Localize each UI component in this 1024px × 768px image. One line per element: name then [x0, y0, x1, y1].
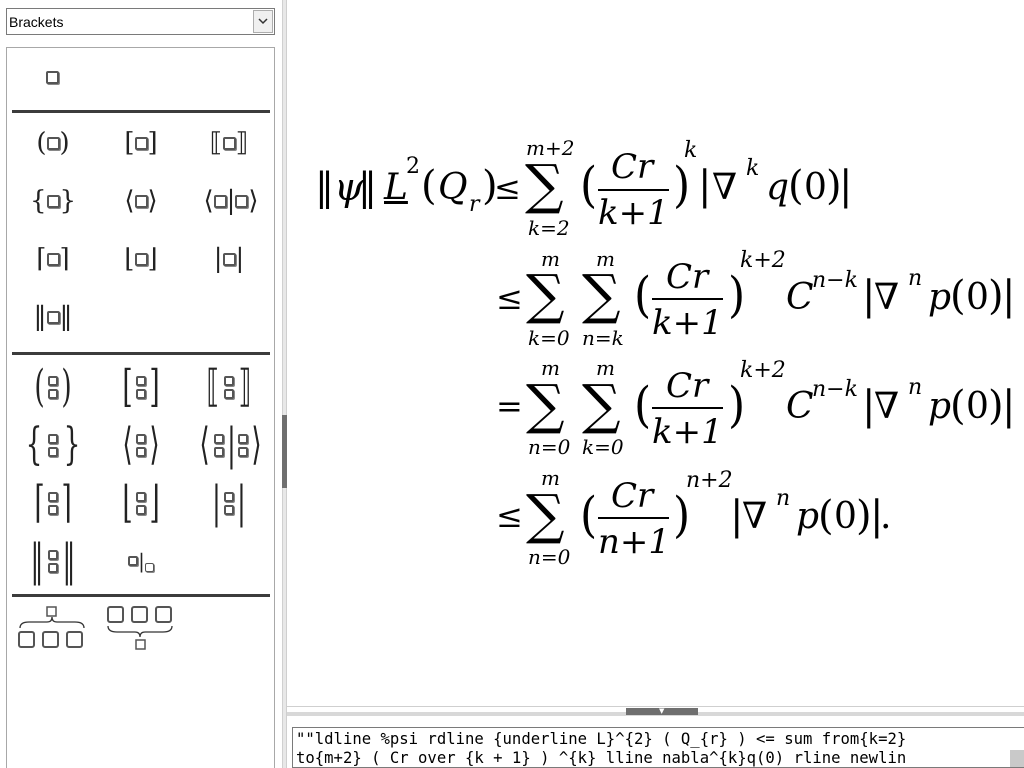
section-separator [12, 352, 270, 355]
underbrace-icon [107, 606, 173, 650]
scalable-lines-element[interactable]: | | [201, 480, 257, 526]
command-line-1: ""ldline %psi rdline {underline L}^{2} (… [296, 730, 907, 748]
scalable-double-square-brackets-element[interactable]: ⟦ ⟧ [201, 364, 257, 410]
scalable-floor-element[interactable]: ⌊ ⌋ [113, 480, 169, 526]
chevron-down-icon [258, 18, 268, 25]
collapse-arrow-icon: ▼ [659, 707, 665, 715]
vertical-splitter-handle[interactable] [282, 415, 287, 488]
command-line-2: to{m+2} ( Cr over {k + 1} ) ^{k} lline n… [296, 749, 907, 767]
command-text[interactable]: ""ldline %psi rdline {underline L}^{2} (… [296, 730, 907, 767]
section-separator [12, 110, 270, 113]
round-brackets-element[interactable]: () [25, 128, 81, 158]
evaluated-at-element[interactable]: | [113, 546, 169, 576]
fraction-bar [598, 517, 669, 519]
scalable-ceiling-element[interactable]: ⌈ ⌉ [25, 480, 81, 526]
scalable-double-lines-element[interactable]: ‖ ‖ [25, 538, 81, 584]
underbrace-element[interactable] [105, 606, 177, 652]
floor-element[interactable]: ⌊ ⌋ [113, 244, 169, 274]
overbrace-icon [18, 606, 85, 648]
ceiling-element[interactable]: ⌈ ⌉ [25, 244, 81, 274]
command-editor-scrollbar[interactable] [1010, 750, 1024, 767]
fraction-bar [598, 189, 669, 191]
category-dropdown[interactable]: Brackets [6, 8, 275, 35]
command-editor[interactable]: ""ldline %psi rdline {underline L}^{2} (… [292, 727, 1024, 768]
fraction-bar [652, 298, 723, 300]
scalable-angle-brackets-element[interactable]: ⟨ ⟩ [113, 422, 169, 468]
double-square-brackets-element[interactable]: ⟦ ⟧ [201, 128, 257, 158]
category-value: Brackets [9, 14, 64, 30]
vertical-splitter[interactable] [282, 0, 287, 768]
double-lines-element[interactable]: ‖ ‖ [25, 302, 81, 332]
placeholder-element[interactable] [37, 64, 67, 90]
horizontal-splitter-handle[interactable]: ▼ [626, 707, 698, 715]
placeholder-icon [45, 70, 59, 84]
square-brackets-element[interactable]: [] [113, 128, 169, 158]
angle-brackets-element[interactable]: ⟨ ⟩ [113, 186, 169, 216]
section-separator [12, 594, 270, 597]
scalable-round-brackets-element[interactable]: () [25, 364, 81, 410]
dropdown-arrow-button[interactable] [253, 10, 273, 33]
single-lines-element[interactable]: | | [201, 244, 257, 274]
fraction-bar [652, 407, 723, 409]
scalable-operator-brackets-element[interactable]: ⟨ | ⟩ [191, 422, 271, 468]
elements-panel: Brackets () [] ⟦ ⟧ {} ⟨ ⟩ ⟨ | ⟩ ⌈ ⌉ ⌊ ⌋ … [0, 0, 282, 768]
operator-brackets-element[interactable]: ⟨ | ⟩ [193, 186, 269, 216]
braces-element[interactable]: {} [25, 186, 81, 216]
formula-preview[interactable]: ‖ ψ ‖ L 2 ( Q r ) ≤ m+2 ∑ k=2 ( Cr k+1 )… [288, 0, 1024, 705]
elements-grid: () [] ⟦ ⟧ {} ⟨ ⟩ ⟨ | ⟩ ⌈ ⌉ ⌊ ⌋ | | ‖ ‖ (… [6, 47, 275, 768]
scalable-braces-element[interactable]: {} [25, 422, 81, 468]
scalable-square-brackets-element[interactable]: [] [113, 364, 169, 410]
overbrace-element[interactable] [17, 606, 87, 652]
